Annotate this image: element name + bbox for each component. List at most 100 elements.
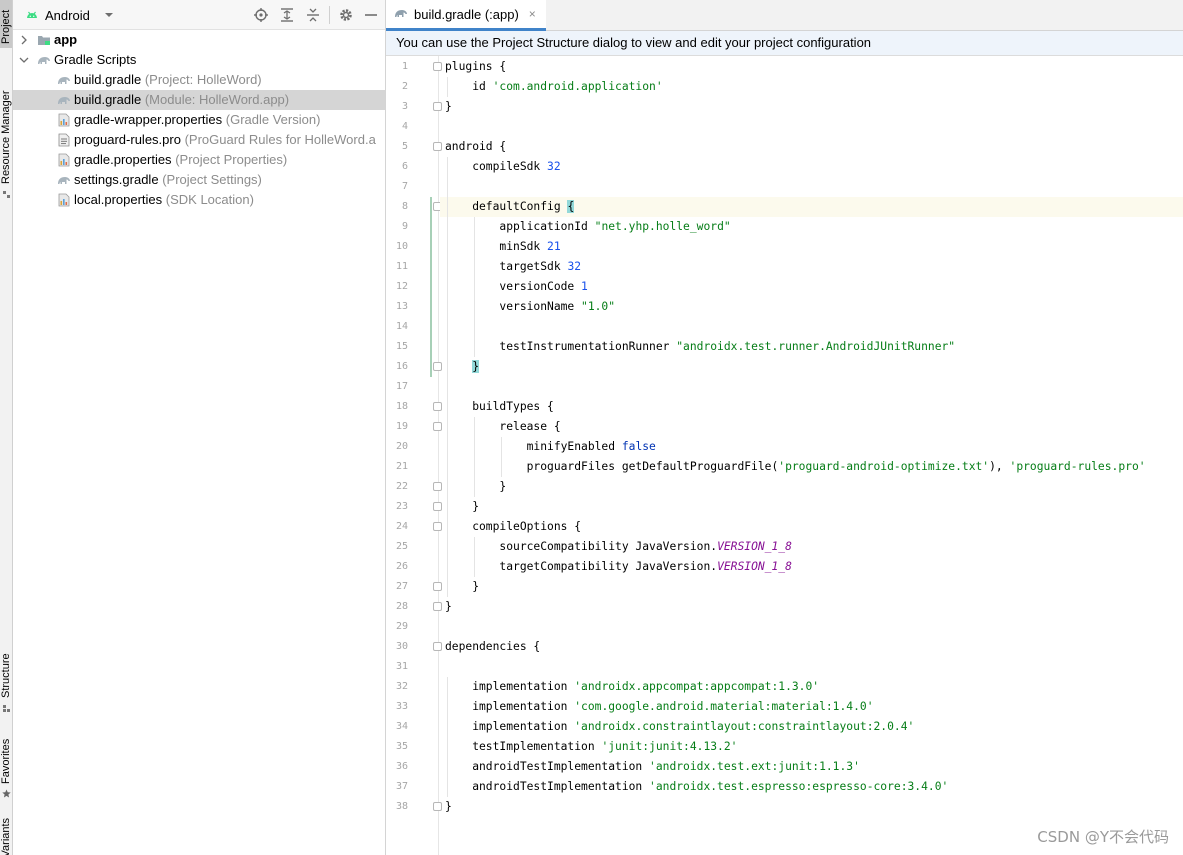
line-number: 9	[401, 221, 408, 232]
project-tool-label: Project	[0, 9, 12, 44]
properties-file-icon	[58, 193, 70, 207]
code-line: compileSdk 32	[445, 160, 561, 173]
gear-icon[interactable]	[338, 7, 354, 23]
fold-marker-icon[interactable]	[433, 142, 442, 151]
tree-item-label: app	[54, 32, 78, 47]
project-toolbar: Android	[13, 0, 385, 30]
notification-banner: You can use the Project Structure dialog…	[386, 31, 1183, 56]
tree-item-hint: (SDK Location)	[165, 192, 254, 207]
tab-build-gradle-app[interactable]: build.gradle (:app) ×	[386, 0, 546, 31]
code-line: implementation 'com.google.android.mater…	[445, 700, 874, 713]
tree-item[interactable]: settings.gradle (Project Settings)	[13, 170, 385, 190]
code-line: compileOptions {	[445, 520, 582, 533]
structure-tool-button[interactable]: Structure	[0, 646, 12, 718]
fold-marker-icon[interactable]	[433, 582, 442, 591]
close-icon[interactable]: ×	[529, 7, 536, 21]
chevron-down-icon[interactable]	[19, 55, 29, 65]
code-line: release {	[445, 420, 561, 433]
hide-icon[interactable]	[363, 7, 379, 23]
line-number: 13	[395, 301, 408, 312]
tree-item-hint: (Project Settings)	[162, 172, 262, 187]
tool-window-stripe: Project Resource Manager Structure Favor…	[0, 0, 13, 855]
fold-marker-icon[interactable]	[433, 62, 442, 71]
line-number: 34	[395, 721, 408, 732]
tree-item[interactable]: Gradle Scripts	[13, 50, 385, 70]
fold-marker-icon[interactable]	[433, 802, 442, 811]
tree-item[interactable]: local.properties (SDK Location)	[13, 190, 385, 210]
build-variants-tool-label: Build Variants	[0, 818, 12, 855]
fold-marker-icon[interactable]	[433, 422, 442, 431]
line-number: 5	[401, 141, 408, 152]
locate-icon[interactable]	[253, 7, 269, 23]
line-number: 38	[395, 801, 408, 812]
resource-manager-tool-button[interactable]: Resource Manager	[0, 84, 12, 206]
folder-icon	[38, 36, 50, 45]
editor-panel: build.gradle (:app) × You can use the Pr…	[386, 0, 1183, 855]
line-number: 36	[395, 761, 408, 772]
code-line: android {	[445, 140, 507, 153]
line-number: 3	[401, 101, 408, 112]
star-icon	[2, 789, 11, 798]
code-line: }	[445, 480, 507, 493]
fold-marker-icon[interactable]	[433, 522, 442, 531]
code-line: }	[445, 500, 480, 513]
chevron-down-icon	[104, 13, 113, 17]
fold-marker-icon[interactable]	[433, 482, 442, 491]
chevron-right-icon[interactable]	[19, 35, 29, 45]
code-line: }	[445, 580, 480, 593]
fold-marker-icon[interactable]	[433, 362, 442, 371]
text-file-icon	[58, 133, 70, 147]
line-number-gutter: 1 2 3 4 5 6 7 8 9 10 11 12 13 14 15 16 17 18 19 20 21 22 23 24 2…	[386, 56, 442, 855]
fold-marker-icon[interactable]	[433, 642, 442, 651]
fold-marker-icon[interactable]	[433, 402, 442, 411]
code-line: plugins {	[445, 60, 507, 73]
tree-item-label: settings.gradle	[74, 172, 159, 187]
line-number: 26	[395, 561, 408, 572]
watermark: CSDN @Y不会代码	[1037, 828, 1169, 846]
structure-tool-label: Structure	[0, 653, 12, 698]
tree-item[interactable]: app	[13, 30, 385, 50]
collapse-all-icon[interactable]	[305, 7, 321, 23]
line-number: 18	[395, 401, 408, 412]
editor-tab-bar: build.gradle (:app) ×	[386, 0, 1183, 31]
properties-file-icon	[58, 153, 70, 167]
tree-item[interactable]: gradle.properties (Project Properties)	[13, 150, 385, 170]
line-number: 17	[395, 381, 408, 392]
line-number: 29	[395, 621, 408, 632]
code-line: defaultConfig {	[445, 200, 575, 213]
code-line: testInstrumentationRunner "androidx.test…	[445, 340, 956, 353]
toolbar-separator	[329, 6, 330, 24]
tree-item[interactable]: build.gradle (Module: HolleWord.app)	[13, 90, 385, 110]
line-number: 16	[395, 361, 408, 372]
gradle-elephant-icon	[395, 10, 407, 17]
line-number: 31	[395, 661, 408, 672]
project-panel: Android app Gradle Scripts build.gradle (P…	[13, 0, 386, 855]
fold-marker-icon[interactable]	[433, 102, 442, 111]
code-line: proguardFiles getDefaultProguardFile('pr…	[445, 460, 1146, 473]
fold-marker-icon[interactable]	[433, 502, 442, 511]
favorites-tool-button[interactable]: Favorites	[0, 732, 12, 804]
project-view-selector[interactable]: Android	[25, 6, 114, 24]
code-line: implementation 'androidx.constraintlayou…	[445, 720, 915, 733]
code-line: androidTestImplementation 'androidx.test…	[445, 780, 949, 793]
line-number: 28	[395, 601, 408, 612]
project-tool-button[interactable]: Project	[0, 0, 12, 48]
line-number: 15	[395, 341, 408, 352]
gradle-elephant-icon	[58, 97, 70, 104]
code-line: minifyEnabled false	[445, 440, 656, 453]
tree-item-label: build.gradle	[74, 92, 142, 107]
scope-indicator	[430, 197, 432, 377]
tree-item[interactable]: proguard-rules.pro (ProGuard Rules for H…	[13, 130, 385, 150]
line-number: 11	[395, 261, 408, 272]
line-number: 35	[395, 741, 408, 752]
code-editor[interactable]: 1 2 3 4 5 6 7 8 9 10 11 12 13 14 15 16 17 18 19 20 21 22 23 24 2…	[386, 56, 1183, 855]
expand-all-icon[interactable]	[279, 7, 295, 23]
build-variants-tool-button[interactable]: Build Variants	[0, 818, 12, 855]
tree-item[interactable]: gradle-wrapper.properties (Gradle Versio…	[13, 110, 385, 130]
tree-item-hint: (Module: HolleWord.app)	[144, 92, 290, 107]
code-line: applicationId "net.yhp.holle_word"	[445, 220, 731, 233]
code-line: androidTestImplementation 'androidx.test…	[445, 760, 860, 773]
fold-marker-icon[interactable]	[433, 602, 442, 611]
tree-item[interactable]: build.gradle (Project: HolleWord)	[13, 70, 385, 90]
tree-item-label: Gradle Scripts	[54, 52, 137, 67]
